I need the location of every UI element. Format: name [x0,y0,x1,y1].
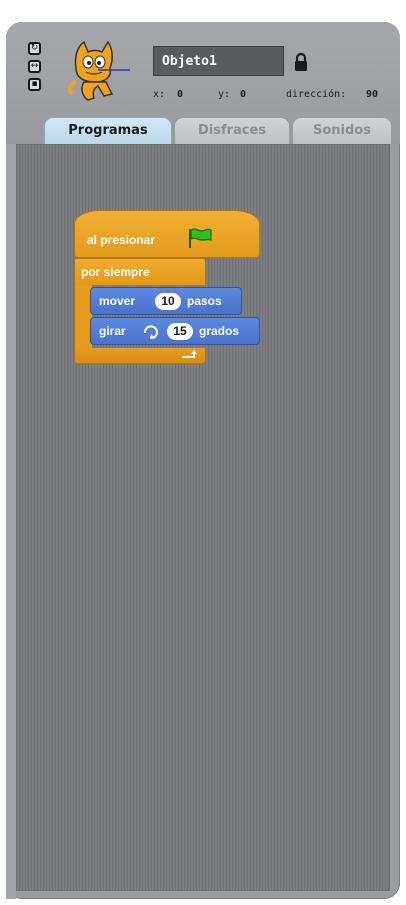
turn-label: girar [99,324,126,338]
sprite-thumbnail-cat[interactable] [64,38,134,106]
move-steps-block[interactable]: mover 10 pasos [90,287,242,315]
direction-label: dirección: [286,89,347,100]
tab-disfraces[interactable]: Disfraces [174,117,290,144]
sprite-name-field[interactable]: Objeto1 [153,46,284,76]
turn-degrees-block[interactable]: girar 15 grados [90,317,260,345]
move-label: mover [99,294,136,308]
rotate-all-around-icon[interactable]: ↻ [28,42,41,55]
y-value: 0 [240,89,247,100]
panel-left-edge [6,144,16,899]
turn-unit-label: grados [199,324,240,338]
green-flag-icon [189,228,212,248]
x-value: 0 [177,89,184,100]
x-label: x: [153,89,166,100]
forever-block-label: por siempre [81,265,150,279]
hat-block-label: al presionar [87,233,156,247]
rotate-clockwise-icon [143,325,158,339]
when-flag-clicked-block[interactable]: al presionar [74,210,260,258]
turn-degrees-input[interactable]: 15 [167,323,193,340]
move-steps-input[interactable]: 10 [155,293,181,310]
direction-value: 90 [366,89,379,100]
tab-programas[interactable]: Programas [44,117,172,144]
lock-icon[interactable] [294,52,308,72]
tab-sonidos[interactable]: Sonidos [292,117,392,144]
y-label: y: [218,89,231,100]
move-unit-label: pasos [187,294,222,308]
left-right-flip-icon[interactable]: ↔ [28,60,41,73]
dont-rotate-icon[interactable]: ▪ [28,78,41,91]
loop-return-arrow-icon [182,350,197,358]
forever-block[interactable]: por siempre [74,258,206,286]
